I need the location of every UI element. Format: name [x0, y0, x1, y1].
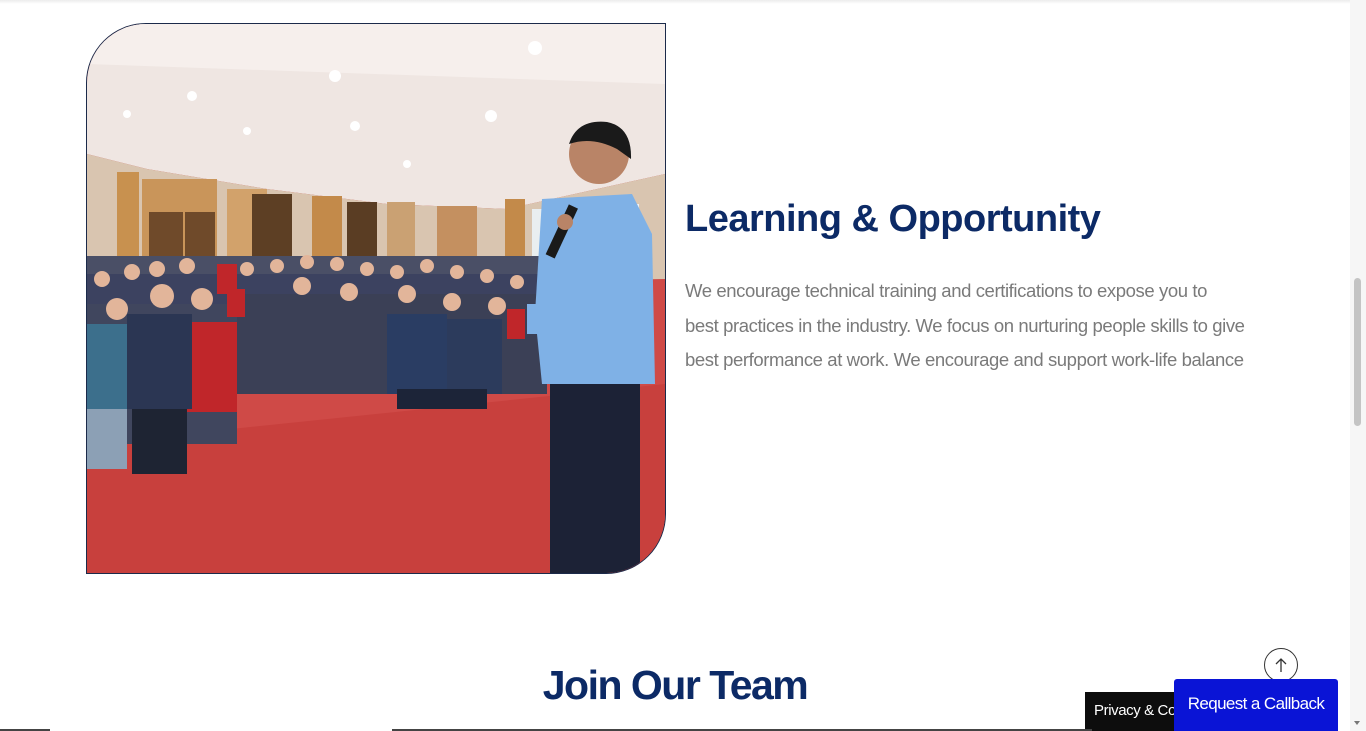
header-shadow — [0, 0, 1350, 4]
request-callback-button[interactable]: Request a Callback — [1174, 679, 1338, 731]
auditorium-photo — [86, 23, 666, 574]
scroll-down-arrow-icon[interactable] — [1354, 721, 1360, 725]
scrollbar-thumb[interactable] — [1354, 278, 1361, 426]
learning-opportunity-description: We encourage technical training and cert… — [685, 280, 1245, 370]
learning-opportunity-title: Learning & Opportunity — [685, 198, 1101, 240]
back-to-top-button[interactable] — [1264, 648, 1298, 682]
arrow-up-icon — [1275, 658, 1287, 672]
page: Learning & Opportunity We encourage tech… — [0, 0, 1366, 731]
page-scrollbar[interactable] — [1350, 0, 1366, 731]
